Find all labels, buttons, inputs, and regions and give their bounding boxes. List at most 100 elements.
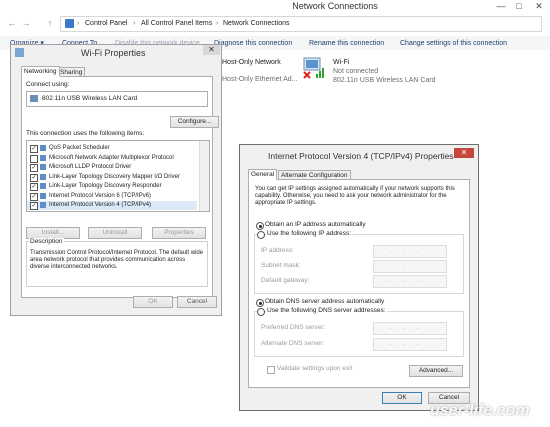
ipv4-intro-text: You can get IP settings assigned automat…	[255, 186, 455, 206]
wifi-adapter: 802.11n USB Wireless LAN Card	[333, 77, 436, 84]
breadcrumb-control-panel[interactable]: Control Panel	[85, 18, 127, 30]
item-checkbox[interactable]: ✓	[30, 192, 38, 201]
window-titlebar: Network Connections	[0, 0, 550, 13]
wifi-dialog-close-button[interactable]: ✕	[203, 45, 220, 55]
wifi-cancel-button[interactable]: Cancel	[177, 296, 217, 308]
manual-dns-radio[interactable]	[257, 308, 265, 316]
wifi-ok-button[interactable]: OK	[133, 296, 173, 308]
connect-using-label: Connect using:	[26, 81, 70, 88]
item-label: Internet Protocol Version 4 (TCP/IPv4)	[49, 202, 152, 208]
watermark: user-life.com	[430, 402, 530, 419]
auto-ip-label[interactable]: Obtain an IP address automatically	[265, 221, 366, 229]
list-item[interactable]: ✓ Internet Protocol Version 6 (TCP/IPv6)	[27, 192, 197, 201]
item-checkbox[interactable]: ✓	[30, 145, 38, 153]
item-checkbox[interactable]: ✓	[30, 202, 38, 210]
list-scrollbar[interactable]	[199, 141, 209, 211]
item-checkbox[interactable]: ✓	[30, 164, 38, 172]
item-checkbox[interactable]: ✓	[30, 173, 38, 182]
list-item[interactable]: Microsoft Network Adapter Multiplexor Pr…	[27, 154, 197, 163]
list-item[interactable]: ✓ Link-Layer Topology Discovery Mapper I/…	[27, 173, 197, 182]
subnet-mask-input[interactable]: ...	[373, 260, 447, 273]
control-panel-icon	[65, 19, 74, 28]
auto-dns-radio[interactable]	[256, 299, 264, 307]
alternate-dns-label: Alternate DNS server:	[261, 340, 325, 347]
item-checkbox[interactable]	[30, 154, 38, 163]
preferred-dns-input[interactable]: ...	[373, 322, 447, 335]
component-icon	[40, 154, 46, 161]
advanced-button[interactable]: Advanced...	[409, 365, 463, 377]
wifi-dialog-title: Wi-Fi Properties	[81, 48, 146, 58]
manual-ip-label[interactable]: Use the following IP address:	[266, 230, 353, 238]
tab-general[interactable]: General	[248, 169, 278, 180]
properties-button[interactable]: Properties	[152, 227, 206, 239]
list-item[interactable]: ✓ QoS Packet Scheduler	[27, 144, 197, 153]
validate-label: Validate settings upon exit	[277, 365, 353, 372]
item-label: QoS Packet Scheduler	[49, 145, 110, 151]
general-panel: You can get IP settings assigned automat…	[248, 179, 470, 388]
wifi-connection-icon[interactable]	[302, 56, 328, 84]
components-list: ✓ QoS Packet Scheduler Microsoft Network A…	[26, 140, 210, 212]
item-label: Link-Layer Topology Discovery Mapper I/O…	[49, 173, 180, 180]
diagnose-button[interactable]: Diagnose this connection	[214, 38, 292, 49]
adapter-name: 802.11n USB Wireless LAN Card	[42, 95, 138, 102]
auto-ip-radio[interactable]	[256, 222, 264, 230]
list-item[interactable]: ✓ Internet Protocol Version 4 (TCP/IPv4)	[27, 201, 197, 210]
wifi-properties-dialog: Wi-Fi Properties ✕ Networking Sharing Co…	[10, 44, 222, 316]
item-checkbox[interactable]: ✓	[30, 183, 38, 191]
back-icon[interactable]: ←	[6, 17, 18, 29]
component-icon	[40, 145, 46, 151]
component-icon	[40, 192, 46, 199]
adapter-icon	[30, 95, 38, 102]
window-close-button[interactable]: ✕	[532, 0, 546, 13]
wifi-name[interactable]: Wi-Fi	[333, 58, 349, 67]
network-icon	[15, 48, 24, 57]
preferred-dns-label: Preferred DNS server:	[261, 324, 326, 331]
component-icon	[40, 183, 46, 189]
manual-dns-label[interactable]: Use the following DNS server addresses:	[266, 307, 387, 315]
adapter-field: 802.11n USB Wireless LAN Card	[26, 91, 208, 107]
validate-checkbox[interactable]	[267, 366, 275, 374]
change-settings-button[interactable]: Change settings of this connection	[400, 38, 507, 49]
rename-button[interactable]: Rename this connection	[309, 38, 384, 49]
list-item[interactable]: ✓ Microsoft LLDP Protocol Driver	[27, 163, 197, 172]
tab-networking[interactable]: Networking	[21, 66, 60, 77]
default-gateway-label: Default gateway:	[261, 277, 310, 284]
ip-address-input[interactable]: ...	[373, 245, 447, 258]
list-item[interactable]: ✓ Link-Layer Topology Discovery Responder	[27, 182, 197, 191]
item-label: Link-Layer Topology Discovery Responder	[49, 183, 162, 189]
description-text: Transmission Control Protocol/Internet P…	[30, 250, 204, 270]
auto-dns-label[interactable]: Obtain DNS server address automatically	[265, 298, 384, 306]
uninstall-button[interactable]: Uninstall	[88, 227, 142, 239]
ipv4-dialog-close-button[interactable]: ✕	[454, 148, 474, 158]
component-icon	[40, 164, 46, 170]
description-group: Description Transmission Control Protoco…	[26, 238, 208, 287]
minimize-button[interactable]: —	[494, 0, 508, 13]
host-only-network-item[interactable]: Host-Only Network	[222, 58, 281, 67]
manual-ip-radio[interactable]	[257, 231, 265, 239]
dns-group: Use the following DNS server addresses: …	[254, 307, 464, 357]
item-label: Microsoft Network Adapter Multiplexor Pr…	[49, 154, 174, 161]
default-gateway-input[interactable]: ...	[373, 275, 447, 288]
wifi-status: Not connected	[333, 68, 379, 75]
ip-group: Use the following IP address: IP address…	[254, 230, 464, 294]
configure-button[interactable]: Configure...	[170, 116, 219, 128]
breadcrumb-all-items[interactable]: All Control Panel Items	[141, 18, 212, 30]
address-row: ← → ↑ › Control Panel › All Control Pane…	[0, 14, 550, 32]
address-bar[interactable]: › Control Panel › All Control Panel Item…	[60, 16, 542, 32]
description-label: Description	[29, 238, 64, 246]
host-only-adapter-item[interactable]: Host-Only Ethernet Ad...	[222, 75, 297, 84]
component-icon	[40, 202, 46, 208]
item-label: Internet Protocol Version 6 (TCP/IPv6)	[49, 192, 152, 199]
item-label: Microsoft LLDP Protocol Driver	[49, 164, 132, 170]
up-icon[interactable]: ↑	[44, 17, 56, 29]
maximize-button[interactable]: □	[512, 0, 526, 13]
forward-icon[interactable]: →	[20, 17, 32, 29]
breadcrumb-network-connections[interactable]: Network Connections	[223, 18, 290, 30]
ipv4-properties-dialog: Internet Protocol Version 4 (TCP/IPv4) P…	[239, 144, 479, 411]
ipv4-ok-button[interactable]: OK	[382, 392, 422, 404]
component-icon	[40, 173, 46, 180]
ip-address-label: IP address:	[261, 247, 294, 254]
alternate-dns-input[interactable]: ...	[373, 338, 447, 351]
items-label: This connection uses the following items…	[26, 130, 145, 137]
networking-panel: Connect using: 802.11n USB Wireless LAN …	[21, 76, 219, 298]
